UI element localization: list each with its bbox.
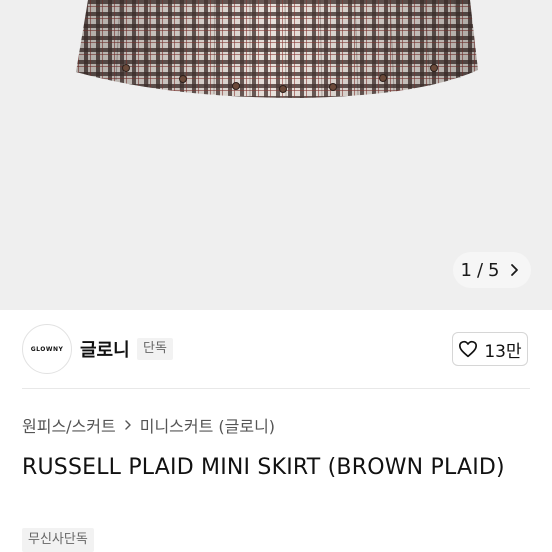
seller-row: GLOWNY 글로니 단독 13만 [0, 318, 552, 380]
like-button[interactable]: 13만 [452, 332, 528, 366]
brand-logo-text: GLOWNY [30, 345, 64, 353]
chevron-right-icon [125, 420, 131, 430]
current-page: 1 [460, 259, 472, 281]
total-pages: 5 [488, 259, 500, 281]
seller-name[interactable]: 글로니 [80, 336, 130, 362]
page-separator: / [476, 259, 484, 281]
heart-outline-icon [459, 340, 478, 358]
chevron-right-icon[interactable] [507, 262, 523, 278]
like-count: 13만 [484, 341, 522, 362]
divider [22, 388, 530, 389]
exclusive-tag: 무신사단독 [22, 528, 94, 552]
product-image-gallery[interactable]: 1 / 5 [0, 0, 552, 310]
product-title: RUSSELL PLAID MINI SKIRT (BROWN PLAID) [22, 455, 505, 480]
exclusive-badge: 단독 [137, 338, 173, 360]
breadcrumb-subcategory[interactable]: 미니스커트 (글로니) [140, 413, 275, 437]
brand-logo[interactable]: GLOWNY [22, 324, 72, 374]
gallery-pager[interactable]: 1 / 5 [453, 252, 531, 288]
breadcrumb-category[interactable]: 원피스/스커트 [22, 413, 116, 437]
breadcrumb: 원피스/스커트 미니스커트 (글로니) [22, 413, 275, 437]
